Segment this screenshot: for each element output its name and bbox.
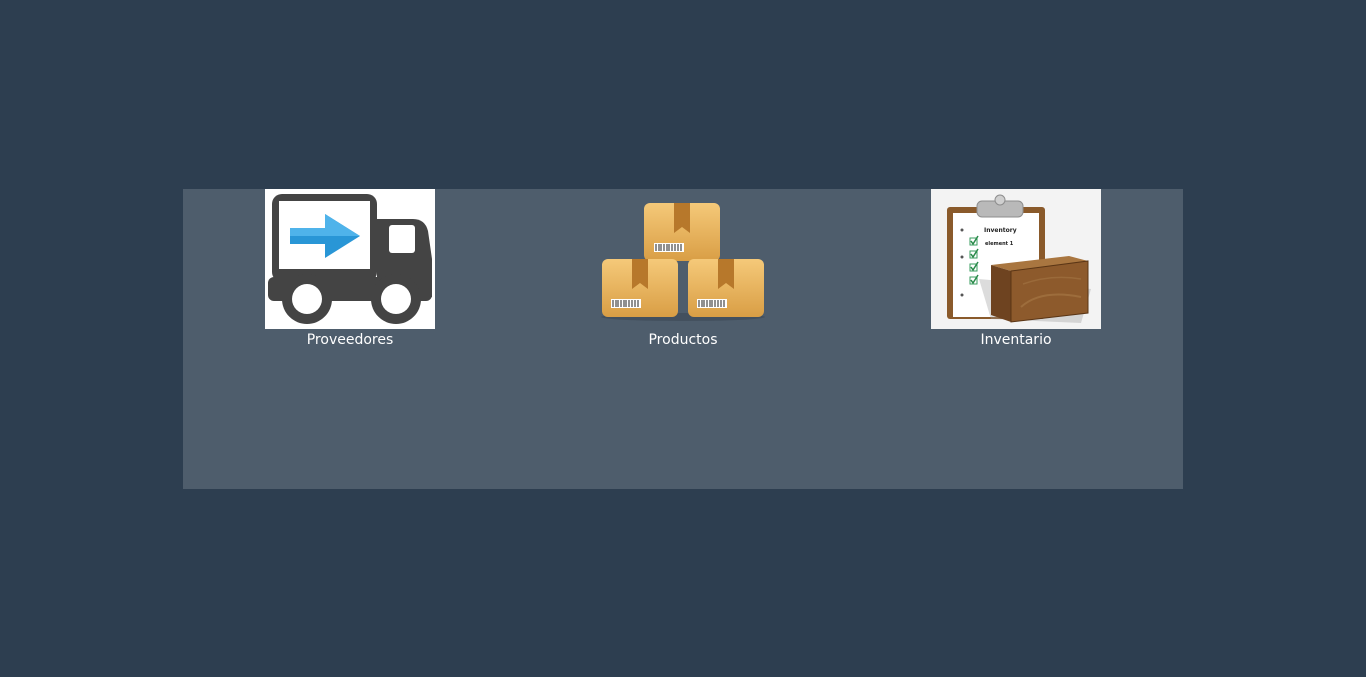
inventory-clipboard-icon: Inventory element 1	[931, 189, 1101, 329]
menu-item-label: Productos	[648, 332, 718, 348]
menu-item-productos[interactable]: Productos	[598, 189, 768, 348]
main-menu-panel: Proveedores Productos Inventory element …	[183, 189, 1183, 489]
stacked-boxes-icon	[601, 203, 765, 321]
menu-item-label: Proveedores	[306, 332, 394, 348]
menu-item-proveedores[interactable]: Proveedores	[265, 189, 435, 348]
inventory-image-title: Inventory	[984, 227, 1017, 234]
menu-item-inventario[interactable]: Inventory element 1 Inventario	[931, 189, 1101, 348]
inventory-image-line1: element 1	[985, 241, 1014, 247]
delivery-truck-icon	[265, 189, 435, 329]
menu-item-label: Inventario	[980, 332, 1052, 348]
